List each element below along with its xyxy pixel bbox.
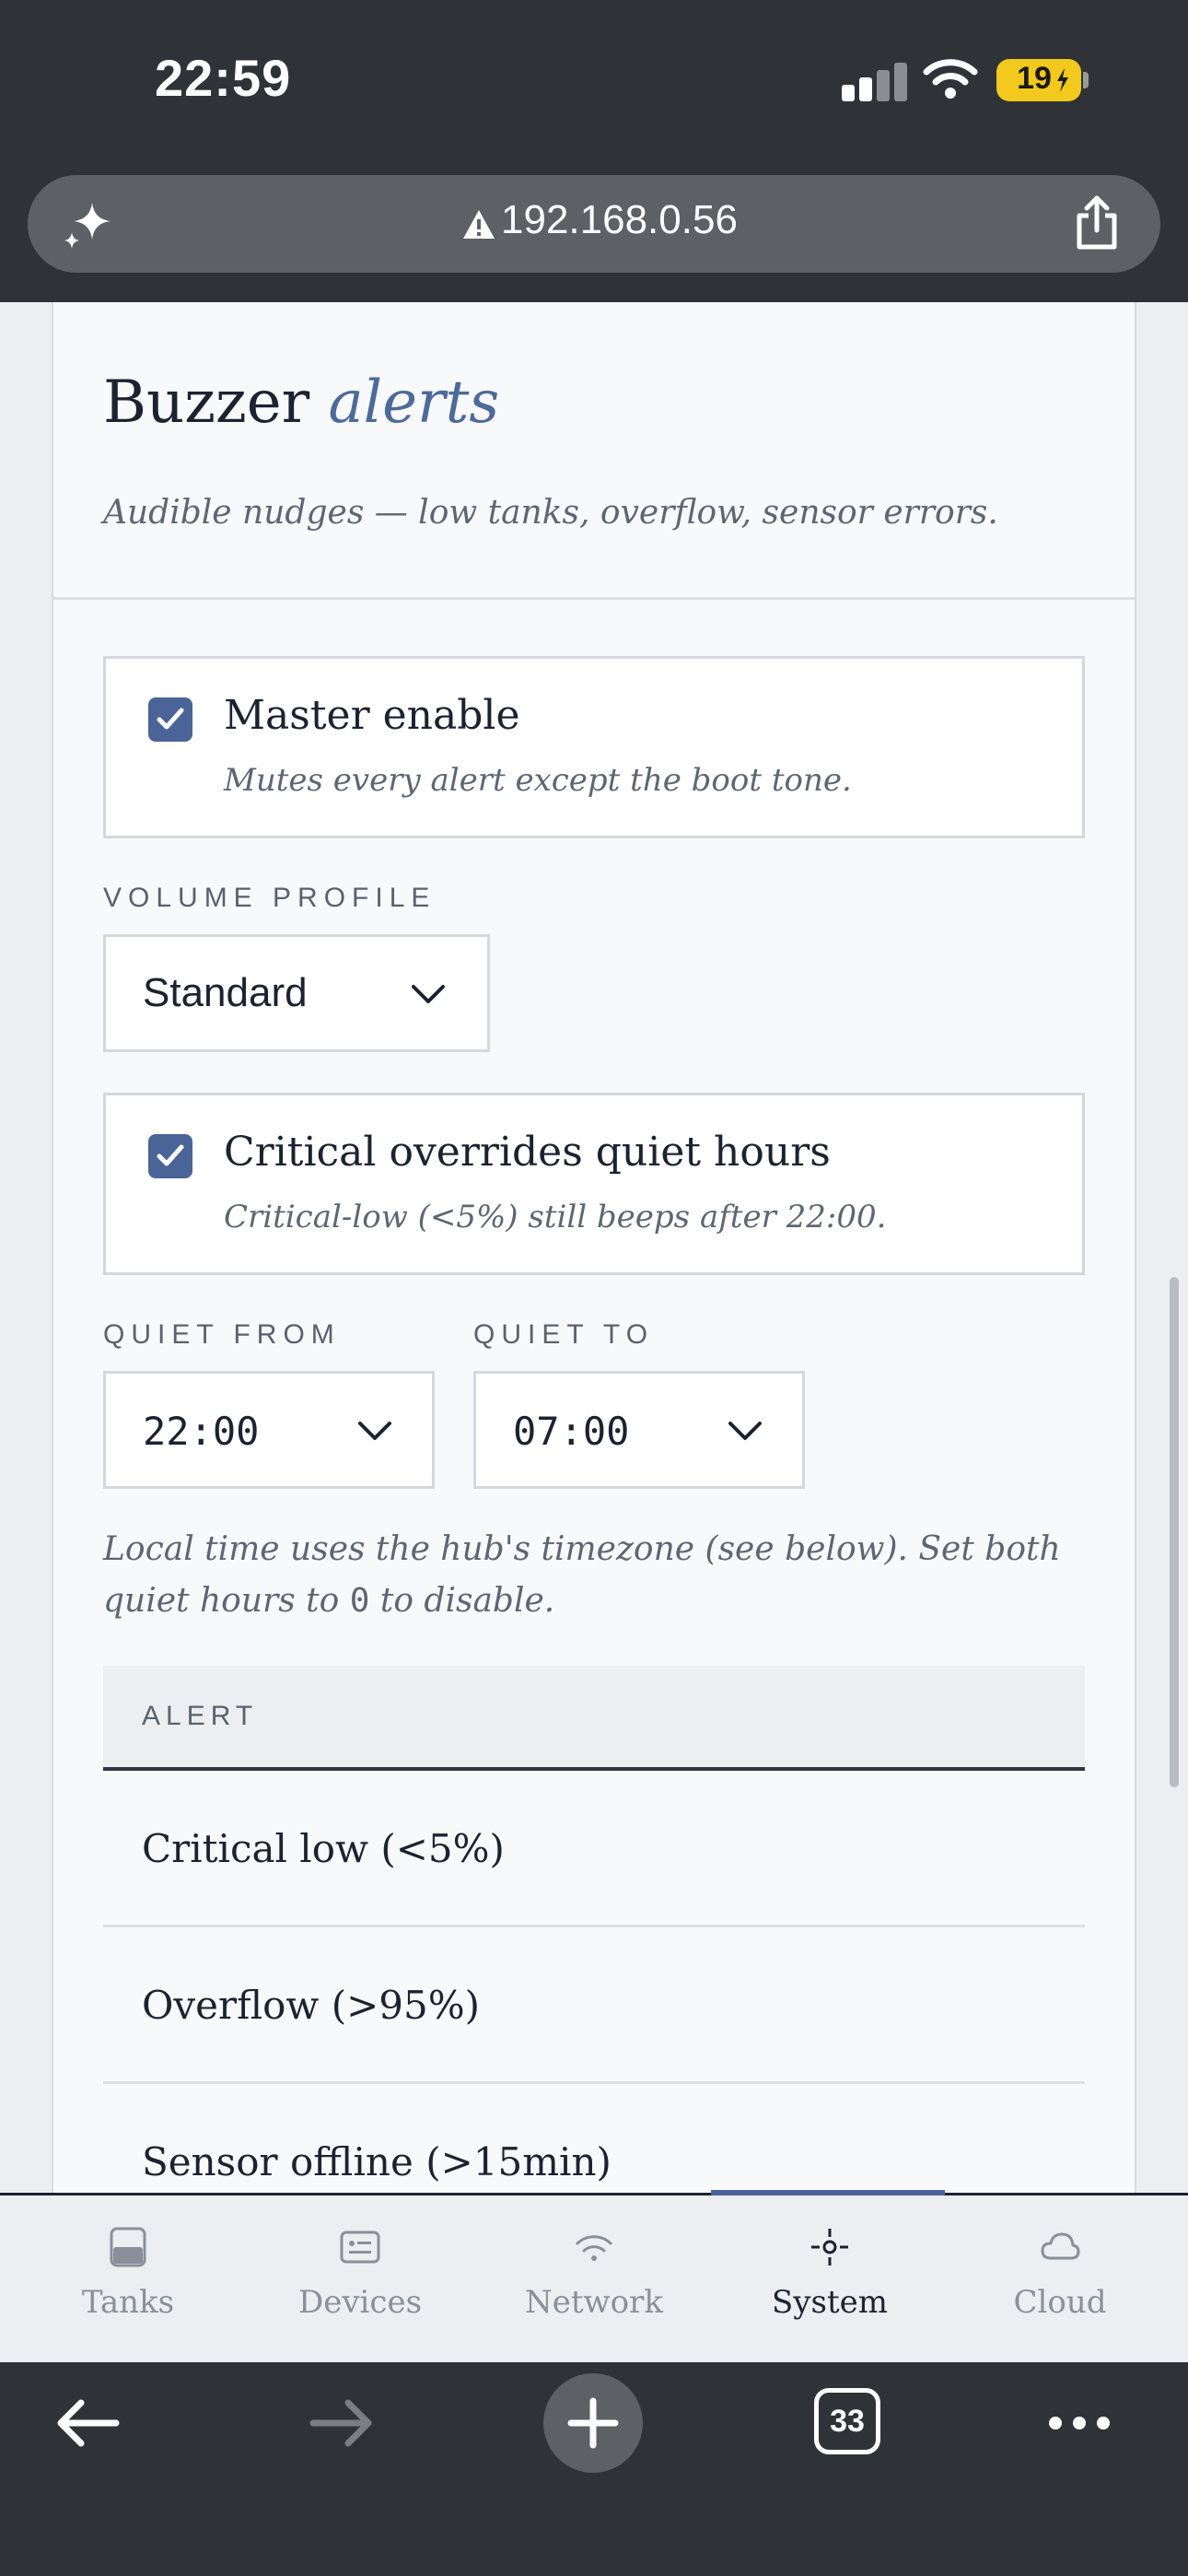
critical-override-description: Critical-low (<5%) still beeps after 22:… xyxy=(224,1199,887,1235)
tab-label: Tanks xyxy=(81,2284,175,2321)
tab-count: 33 xyxy=(830,2404,865,2439)
warning-icon xyxy=(463,210,495,239)
scrollbar[interactable] xyxy=(1170,1277,1179,1787)
tab-network[interactable]: Network xyxy=(475,2195,713,2365)
master-enable-label: Master enable xyxy=(224,692,520,739)
alert-name: Sensor offline (>15min) xyxy=(142,2139,611,2184)
volume-profile-value: Standard xyxy=(143,970,308,1015)
charging-bolt-icon xyxy=(1057,68,1068,92)
divider xyxy=(53,597,1135,600)
share-icon[interactable] xyxy=(1068,193,1125,252)
card-title-main: Buzzer xyxy=(103,369,310,437)
help-text-before: Local time uses the hub's timezone (see … xyxy=(103,1530,1061,1620)
quiet-hours-help: Local time uses the hub's timezone (see … xyxy=(103,1524,1098,1627)
alerts-table-header: ALERT xyxy=(103,1666,1085,1771)
volume-profile-select[interactable]: Standard xyxy=(103,934,490,1052)
check-icon xyxy=(157,708,184,730)
table-row[interactable]: Critical low (<5%) xyxy=(103,1771,1085,1927)
master-enable-description: Mutes every alert except the boot tone. xyxy=(224,762,852,799)
chevron-down-icon xyxy=(358,1422,391,1440)
buzzer-alerts-card: Buzzer alerts Audible nudges — low tanks… xyxy=(52,302,1136,2193)
battery-icon: 19 xyxy=(996,59,1081,101)
help-code: 0 xyxy=(349,1582,370,1620)
quiet-to-label: QUIET TO xyxy=(473,1319,655,1350)
master-enable-option[interactable]: Master enable Mutes every alert except t… xyxy=(103,656,1085,838)
wifi-icon xyxy=(576,2235,612,2261)
table-row[interactable]: Overflow (>95%) xyxy=(103,1927,1085,2084)
volume-profile-label: VOLUME PROFILE xyxy=(103,883,437,913)
check-icon xyxy=(157,1144,184,1166)
new-tab-button[interactable] xyxy=(543,2373,643,2473)
card-subtitle: Audible nudges — low tanks, overflow, se… xyxy=(103,494,998,532)
more-icon[interactable] xyxy=(1046,2412,1112,2434)
tab-label: System xyxy=(772,2284,888,2321)
wifi-icon xyxy=(923,59,978,99)
back-arrow-icon[interactable] xyxy=(53,2395,122,2451)
status-bar: 22:59 19 xyxy=(0,0,1188,166)
critical-override-label: Critical overrides quiet hours xyxy=(224,1129,831,1176)
critical-override-option[interactable]: Critical overrides quiet hours Critical-… xyxy=(103,1093,1085,1275)
cellular-signal-icon xyxy=(842,61,907,101)
alert-column-header: ALERT xyxy=(142,1701,259,1731)
browser-toolbar: 33 xyxy=(0,2362,1188,2576)
quiet-from-value: 22:00 xyxy=(143,1409,260,1454)
alert-name: Critical low (<5%) xyxy=(142,1826,505,1871)
tab-label: Network xyxy=(525,2284,663,2321)
plus-icon xyxy=(567,2397,619,2449)
tab-system[interactable]: System xyxy=(711,2190,949,2365)
help-text-after: to disable. xyxy=(369,1582,555,1620)
critical-override-checkbox[interactable] xyxy=(148,1134,192,1178)
crosshair-icon xyxy=(811,2229,848,2266)
status-time: 22:59 xyxy=(155,49,292,107)
chevron-down-icon xyxy=(412,985,445,1003)
page-viewport[interactable]: Buzzer alerts Audible nudges — low tanks… xyxy=(0,302,1188,2193)
app-tab-bar: Tanks Devices Network System Cloud xyxy=(0,2190,1188,2365)
sparkle-icon[interactable] xyxy=(61,197,116,252)
tab-tanks[interactable]: Tanks xyxy=(9,2195,247,2365)
tab-label: Devices xyxy=(297,2284,423,2321)
card-title-accent: alerts xyxy=(328,369,500,437)
cloud-icon xyxy=(1041,2232,1080,2260)
alert-name: Overflow (>95%) xyxy=(142,1983,481,2028)
battery-tip xyxy=(1083,72,1089,88)
card-title: Buzzer alerts xyxy=(103,369,499,437)
chevron-down-icon xyxy=(728,1422,762,1440)
tab-cloud[interactable]: Cloud xyxy=(941,2195,1179,2365)
quiet-from-select[interactable]: 22:00 xyxy=(103,1371,435,1489)
table-row[interactable]: Sensor offline (>15min) xyxy=(103,2084,1085,2193)
url-bar[interactable]: 192.168.0.56 xyxy=(28,175,1160,273)
master-enable-checkbox[interactable] xyxy=(148,697,192,742)
url-text[interactable]: 192.168.0.56 xyxy=(501,197,738,243)
tab-switcher-button[interactable]: 33 xyxy=(814,2388,880,2454)
forward-arrow-icon[interactable] xyxy=(308,2395,376,2451)
quiet-to-value: 07:00 xyxy=(513,1409,630,1454)
tank-icon xyxy=(110,2227,146,2267)
tab-devices[interactable]: Devices xyxy=(241,2195,479,2365)
quiet-to-select[interactable]: 07:00 xyxy=(473,1371,805,1489)
quiet-from-label: QUIET FROM xyxy=(103,1319,341,1350)
tab-label: Cloud xyxy=(1013,2284,1107,2321)
device-card-icon xyxy=(340,2231,380,2264)
